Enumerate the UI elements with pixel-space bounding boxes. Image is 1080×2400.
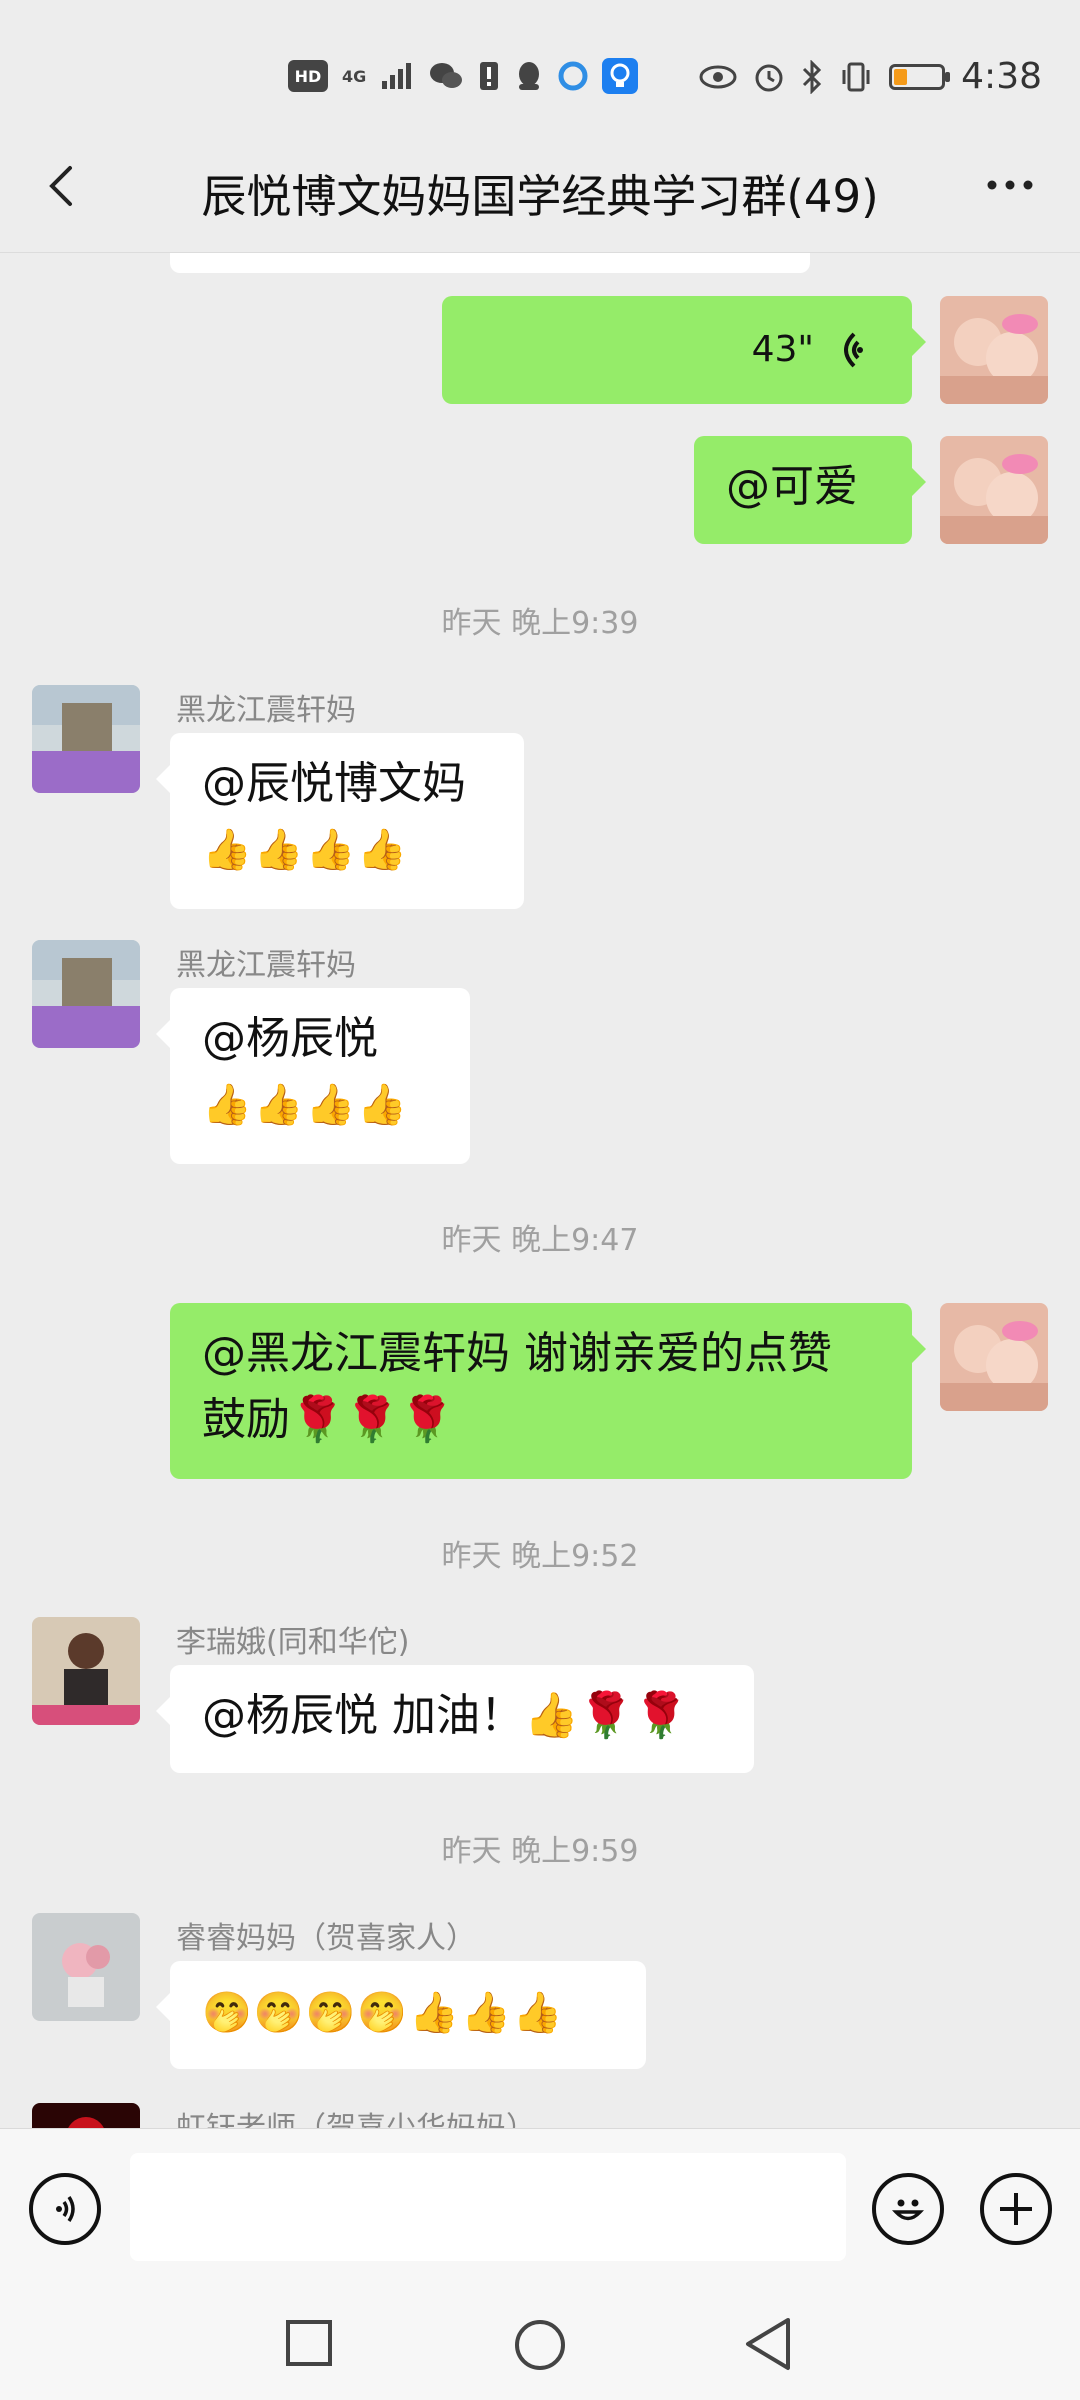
nav-back-icon[interactable] (742, 2316, 794, 2372)
message-bubble[interactable]: 🤭🤭🤭🤭👍👍👍 (156, 1961, 646, 2069)
voice-duration: 43" (751, 329, 814, 370)
sender-name: 睿睿妈妈（贺喜家人） (176, 1921, 476, 1956)
message-bubble[interactable]: @杨辰悦 加油！👍🌹🌹 (156, 1665, 754, 1773)
message-bubble[interactable]: @杨辰悦 👍👍👍👍 (156, 988, 470, 1164)
status-icons-right: 4:38 (699, 56, 1042, 97)
warning-icon (480, 62, 499, 90)
emoji-button[interactable] (872, 2173, 944, 2245)
more-functions-button[interactable] (980, 2173, 1052, 2245)
signal-4g-icon: 4G (342, 66, 367, 86)
sender-name: 李瑞娥(同和华佗) (176, 1625, 410, 1660)
chat-header: 辰悦博文妈妈国学经典学习群(49) (0, 120, 1080, 253)
voice-input-button[interactable] (29, 2173, 101, 2245)
sender-avatar[interactable] (32, 1913, 140, 2021)
message-emojis: 🤭🤭🤭🤭👍👍👍 (202, 1990, 565, 2036)
signal-bars-icon (382, 63, 412, 89)
voice-icon (56, 2196, 75, 2222)
qq-icon (519, 62, 540, 90)
status-bar: HD 4G 4:38 (0, 0, 1080, 120)
sender-avatar[interactable] (32, 685, 140, 793)
sender-name: 黑龙江震轩妈 (176, 948, 356, 983)
home-icon[interactable] (513, 2318, 567, 2372)
timestamp: 昨天 晚上9:52 (441, 1539, 639, 1574)
timestamp: 昨天 晚上9:39 (441, 606, 639, 641)
battery-level (894, 68, 907, 85)
message-list[interactable]: 43" @可爱 昨天 晚上9:39 黑龙江震轩妈 @辰悦博文妈 👍👍👍👍 黑龙江… (0, 253, 1080, 2128)
system-navigation-bar (0, 2288, 1080, 2400)
message-text: @杨辰悦 (202, 1013, 378, 1064)
wechat-icon (430, 63, 463, 88)
message-text: @杨辰悦 加油！👍🌹🌹 (202, 1690, 689, 1741)
self-avatar[interactable] (940, 436, 1048, 544)
timestamp: 昨天 晚上9:47 (441, 1223, 639, 1258)
message-bubble[interactable]: @黑龙江震轩妈 谢谢亲爱的点赞 鼓励🌹🌹🌹 (170, 1303, 926, 1479)
sender-avatar[interactable] (32, 940, 140, 1048)
hd-icon: HD (288, 60, 328, 92)
message-input[interactable] (130, 2153, 846, 2261)
browser-icon (558, 61, 588, 91)
message-bubble[interactable]: @可爱 (694, 436, 926, 544)
recent-apps-icon[interactable] (284, 2318, 334, 2368)
message-bubble[interactable]: @辰悦博文妈 👍👍👍👍 (156, 733, 524, 909)
smiley-icon (892, 2199, 924, 2221)
eye-icon (699, 65, 737, 88)
chat-title: 辰悦博文妈妈国学经典学习群(49) (201, 170, 879, 223)
sender-avatar[interactable] (32, 1617, 140, 1725)
back-icon[interactable] (36, 156, 96, 216)
bulb-app-icon (602, 58, 639, 94)
input-bar (0, 2128, 1080, 2289)
thumbs-up-emojis: 👍👍👍👍 (202, 1082, 410, 1128)
vibrate-icon (842, 62, 870, 91)
voice-wave-icon (844, 332, 863, 368)
self-avatar[interactable] (940, 1303, 1048, 1411)
message-text: @辰悦博文妈 (202, 758, 466, 809)
status-icons-left: HD 4G (288, 58, 639, 94)
plus-icon (1000, 2193, 1032, 2225)
message-text-line2: 鼓励🌹🌹🌹 (202, 1394, 455, 1445)
message-bubble-partial (170, 253, 810, 273)
voice-message-bubble[interactable]: 43" (442, 296, 926, 404)
self-avatar[interactable] (940, 296, 1048, 404)
sender-avatar[interactable] (32, 2103, 140, 2128)
sender-name: 虹钰老师（贺喜少华妈妈） (176, 2103, 536, 2128)
thumbs-up-emojis: 👍👍👍👍 (202, 827, 410, 873)
timestamp: 昨天 晚上9:59 (441, 1834, 639, 1869)
alarm-icon (755, 64, 783, 91)
clock-time: 4:38 (961, 56, 1042, 97)
bluetooth-icon (803, 59, 822, 94)
message-text: @黑龙江震轩妈 谢谢亲爱的点赞 (202, 1328, 832, 1379)
battery-icon (889, 63, 951, 90)
more-options-icon[interactable] (980, 160, 1040, 210)
sender-name: 黑龙江震轩妈 (176, 693, 356, 728)
message-text: @可爱 (726, 461, 858, 512)
